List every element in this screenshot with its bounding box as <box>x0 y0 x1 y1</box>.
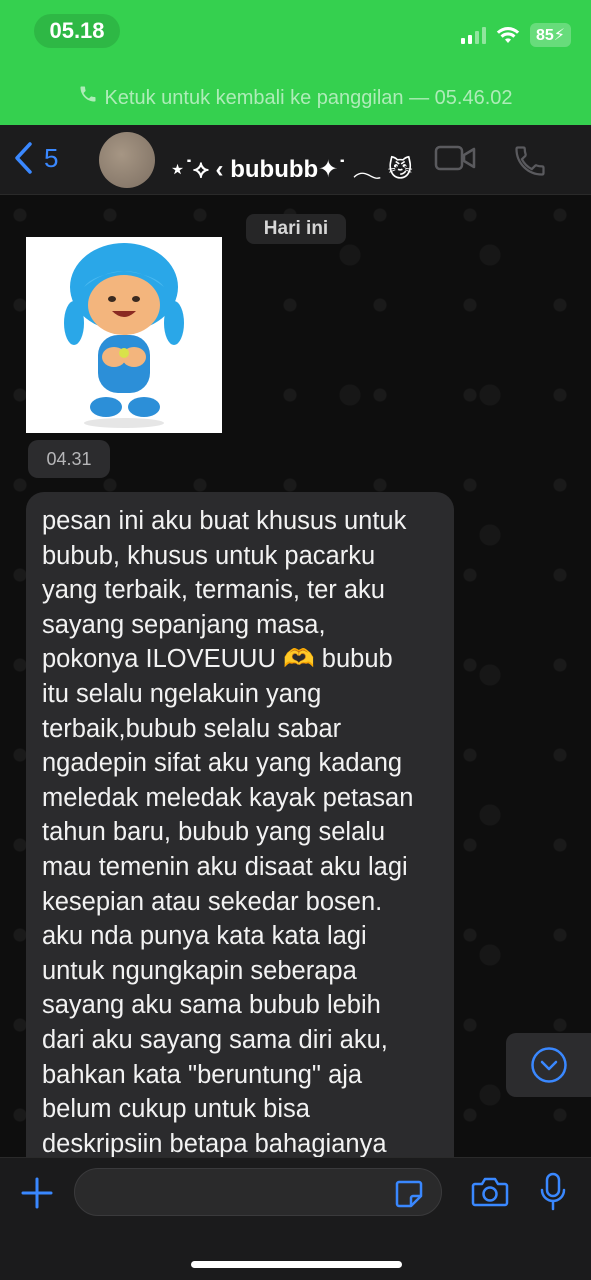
video-camera-icon <box>434 145 476 171</box>
status-icons: 85⚡ <box>460 20 571 50</box>
battery-level: 85 <box>535 27 554 44</box>
return-to-call-text[interactable]: Ketuk untuk kembali ke panggilan — 05.46… <box>0 84 591 110</box>
message-line: mau temenin aku disaat aku lagi <box>42 852 408 881</box>
video-call-button[interactable] <box>434 143 476 178</box>
phone-icon <box>78 84 98 110</box>
call-banner-label: Ketuk untuk kembali ke panggilan — 05.46… <box>104 87 513 109</box>
contact-avatar[interactable] <box>99 132 155 188</box>
voice-note-button[interactable] <box>538 1172 568 1217</box>
message-bubble[interactable]: pesan ini aku buat khusus untuk bubub, k… <box>26 492 454 1157</box>
message-line: aku nda punya kata kata lagi <box>42 922 367 951</box>
chevron-left-icon <box>15 142 32 174</box>
phone-icon <box>515 146 545 176</box>
message-composer <box>0 1157 591 1280</box>
contact-name[interactable]: ⋆˙⟡ ‹ bububb✦˙ 𓂃 😼 <box>170 145 413 185</box>
back-button[interactable]: 5 <box>12 141 58 175</box>
message-line: sayang aku sama bubub lebih <box>42 991 381 1020</box>
message-line: ngadepin sifat aku yang kadang <box>42 749 403 778</box>
scroll-to-bottom-button[interactable] <box>506 1033 591 1097</box>
message-line: yang terbaik, termanis, ter aku <box>42 576 385 605</box>
sticker-message[interactable] <box>26 237 222 433</box>
message-line: terbaik,bubub selalu sabar <box>42 714 342 743</box>
chevron-down-circle-icon <box>530 1047 567 1083</box>
sticker-button[interactable] <box>393 1178 425 1215</box>
charging-bolt-icon: ⚡ <box>553 27 565 44</box>
message-line: pokonya ILOVEUUU 🫶 bubub <box>42 645 393 674</box>
plus-icon <box>21 1177 53 1209</box>
message-line: tahun baru, bubub yang selalu <box>42 818 386 847</box>
date-separator: Hari ini <box>246 214 346 244</box>
call-banner[interactable]: 05.18 85⚡ Ketuk untuk kembali ke panggil… <box>0 0 591 125</box>
message-line: belum cukup untuk bisa <box>42 1095 310 1124</box>
message-line: dari aku sayang sama diri aku, <box>42 1025 388 1054</box>
unread-count: 5 <box>44 142 59 173</box>
battery-indicator: 85⚡ <box>529 23 571 47</box>
chat-area[interactable]: Hari ini 04.31 pesan ini aku buat khusus… <box>0 195 591 1157</box>
attach-button[interactable] <box>20 1176 54 1215</box>
message-line: sayang sepanjang masa, <box>42 610 326 639</box>
chat-header: 5 ⋆˙⟡ ‹ bububb✦˙ 𓂃 😼 <box>0 125 591 195</box>
message-line: kesepian atau sekedar bosen. <box>42 887 383 916</box>
camera-button[interactable] <box>471 1175 509 1214</box>
home-indicator[interactable] <box>191 1261 402 1268</box>
message-line: untuk ngungkapin seberapa <box>42 956 357 985</box>
message-line: deskripsiin betapa bahagianya <box>42 1129 387 1157</box>
sticker-character-image <box>64 243 184 428</box>
sticker-timestamp: 04.31 <box>28 440 110 478</box>
microphone-icon <box>540 1172 566 1211</box>
camera-icon <box>471 1177 509 1207</box>
message-line: bubub, khusus untuk pacarku <box>42 541 376 570</box>
voice-call-button[interactable] <box>512 143 548 184</box>
status-time: 05.18 <box>34 14 120 48</box>
message-line: itu selalu ngelakuin yang <box>42 679 322 708</box>
sticker-icon <box>395 1180 423 1208</box>
message-input[interactable] <box>74 1168 442 1216</box>
message-line: bahkan kata "beruntung" aja <box>42 1060 363 1089</box>
wifi-icon <box>496 27 520 43</box>
message-line: meledak meledak kayak petasan <box>42 783 414 812</box>
cellular-signal-icon <box>460 26 486 44</box>
message-line: pesan ini aku buat khusus untuk <box>42 507 407 535</box>
